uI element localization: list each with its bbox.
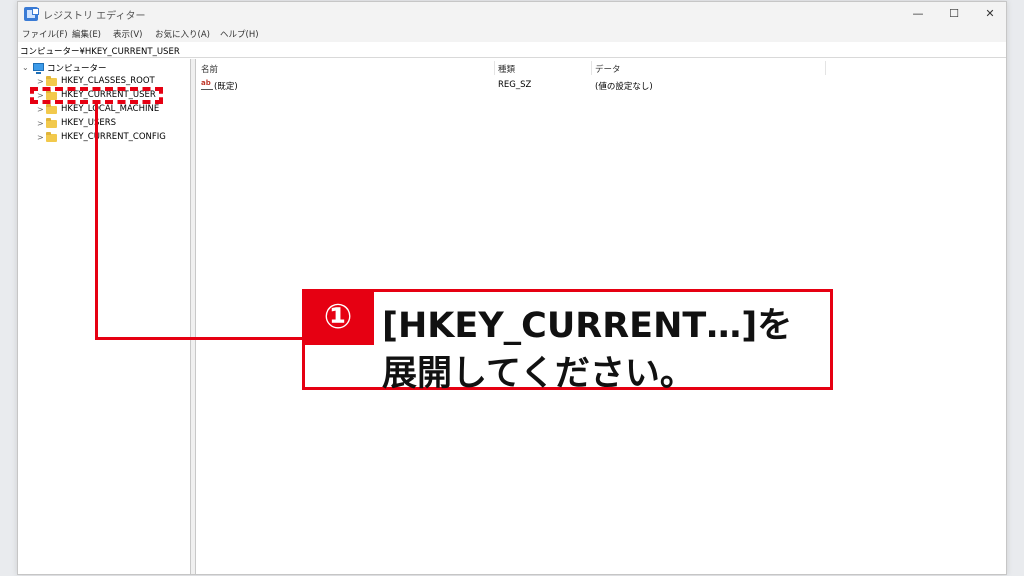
column-header-name[interactable]: 名前 (201, 63, 218, 75)
tree-item-label: HKEY_USERS (61, 118, 117, 128)
step-number-badge: ① (302, 289, 374, 345)
instruction-callout: ① [HKEY_CURRENT…]を 展開してください。 (302, 289, 833, 394)
instruction-text-line-2: 展開してください。 (382, 354, 695, 394)
minimize-button[interactable]: — (900, 2, 936, 26)
folder-icon (46, 76, 57, 86)
string-value-icon: ab (201, 79, 213, 90)
column-header-type[interactable]: 種類 (498, 63, 515, 75)
maximize-button[interactable]: ☐ (936, 2, 972, 26)
close-button[interactable]: ✕ (972, 2, 1006, 26)
menu-edit[interactable]: 編集(E) (72, 28, 101, 40)
address-bar[interactable]: コンピューター¥HKEY_CURRENT_USER (18, 42, 1006, 58)
tree-item-label: コンピューター (47, 64, 107, 74)
column-divider[interactable] (494, 61, 495, 75)
column-divider[interactable] (825, 61, 826, 75)
value-type[interactable]: REG_SZ (498, 80, 531, 90)
window-title: レジストリ エディター (43, 11, 146, 22)
registry-editor-window: レジストリ エディター — ☐ ✕ ファイル(F) 編集(E) 表示(V) お気… (17, 1, 1007, 575)
tree-item-hkey-users[interactable]: > HKEY_USERS (18, 117, 188, 131)
computer-icon (33, 63, 44, 74)
tree-item-label: HKEY_LOCAL_MACHINE (61, 104, 160, 114)
menu-file[interactable]: ファイル(F) (22, 28, 68, 40)
tree-item-computer[interactable]: ⌄ コンピューター (18, 61, 188, 75)
address-path[interactable]: コンピューター¥HKEY_CURRENT_USER (20, 45, 180, 57)
chevron-right-icon[interactable]: > (37, 131, 44, 145)
folder-icon (46, 118, 57, 128)
column-header-data[interactable]: データ (595, 63, 621, 75)
pane-splitter[interactable] (191, 59, 196, 574)
menu-bar: ファイル(F) 編集(E) 表示(V) お気に入り(A) ヘルプ(H) (18, 26, 1006, 42)
tree-item-hkey-local-machine[interactable]: > HKEY_LOCAL_MACHINE (18, 103, 188, 117)
folder-icon (46, 132, 57, 142)
title-bar: レジストリ エディター — ☐ ✕ (18, 2, 1006, 26)
tree-item-label: HKEY_CURRENT_CONFIG (61, 132, 166, 142)
tree-item-label: HKEY_CLASSES_ROOT (61, 76, 155, 86)
registry-editor-icon (24, 7, 39, 21)
chevron-right-icon[interactable]: > (37, 117, 44, 131)
menu-view[interactable]: 表示(V) (113, 28, 142, 40)
callout-connector-line (95, 104, 98, 340)
menu-help[interactable]: ヘルプ(H) (220, 28, 259, 40)
tree-item-hkey-current-config[interactable]: > HKEY_CURRENT_CONFIG (18, 131, 188, 145)
chevron-right-icon[interactable]: > (37, 103, 44, 117)
value-name[interactable]: (既定) (214, 80, 238, 92)
folder-icon (46, 104, 57, 114)
menu-favorites[interactable]: お気に入り(A) (155, 28, 210, 40)
key-tree-pane: ⌄ コンピューター > HKEY_CLASSES_ROOT > HKEY_CUR… (18, 59, 191, 574)
column-divider[interactable] (591, 61, 592, 75)
chevron-down-icon[interactable]: ⌄ (22, 61, 29, 75)
value-data[interactable]: (値の設定なし) (595, 80, 653, 92)
callout-connector-line (95, 337, 302, 340)
highlight-dashed-box (30, 87, 163, 104)
instruction-text-line-1: [HKEY_CURRENT…]を (382, 306, 793, 346)
